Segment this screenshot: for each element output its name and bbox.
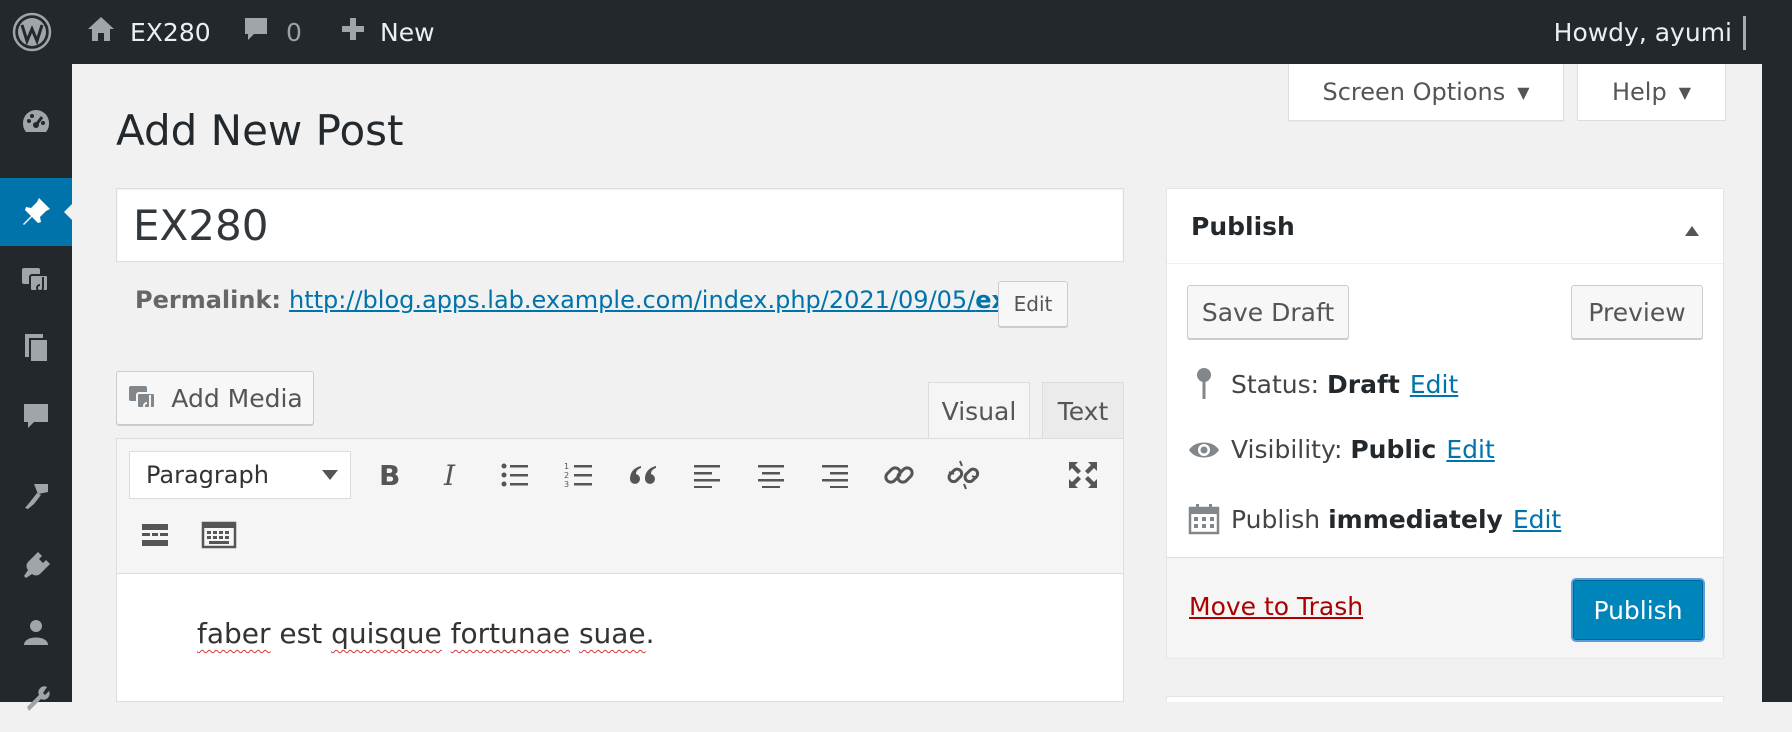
svg-text:3: 3 (564, 480, 569, 489)
home-icon (86, 14, 116, 50)
insert-link-icon[interactable] (879, 455, 919, 495)
publish-box-header[interactable]: Publish (1167, 189, 1723, 264)
admin-bar: EX280 0 New Howdy, ayumi (0, 0, 1762, 64)
tab-text[interactable]: Text (1042, 382, 1124, 439)
permalink-edit-button[interactable]: Edit (998, 281, 1068, 327)
account-menu[interactable]: Howdy, ayumi (1554, 0, 1732, 64)
tools-icon[interactable] (0, 664, 72, 732)
users-icon[interactable] (0, 598, 72, 666)
avatar-edge (1743, 16, 1746, 50)
status-label: Status: (1231, 369, 1320, 399)
comments-count: 0 (286, 17, 302, 47)
permalink-row: Permalink: http://blog.apps.lab.example.… (135, 286, 1065, 314)
blockquote-icon[interactable] (623, 455, 663, 495)
site-menu[interactable]: EX280 (86, 0, 211, 64)
triangle-down-icon: ▼ (1517, 82, 1530, 102)
editor-content[interactable]: faber est quisque fortunae suae. (197, 617, 655, 650)
eye-icon (1187, 438, 1221, 462)
editor-word: faber (197, 617, 271, 650)
post-editor: Paragraph B I 123 faber est quisque fort… (116, 438, 1124, 702)
status-row: Status: Draft Edit (1187, 367, 1458, 401)
screen-options-button[interactable]: Screen Options ▼ (1288, 64, 1564, 121)
admin-sidebar (0, 64, 72, 711)
publish-box: Publish Save Draft Preview Status: Draft… (1166, 188, 1724, 658)
window-edge (1762, 0, 1792, 702)
help-button[interactable]: Help ▼ (1577, 64, 1726, 121)
visibility-row: Visibility: Public Edit (1187, 435, 1495, 464)
screen-options-label: Screen Options (1322, 78, 1506, 106)
new-content-menu[interactable]: New (340, 0, 435, 64)
add-media-button[interactable]: Add Media (116, 371, 314, 425)
dashboard-icon[interactable] (0, 88, 72, 156)
publish-label: Publish (1231, 504, 1321, 534)
format-select-value: Paragraph (146, 461, 269, 489)
permalink-base: http://blog.apps.lab.example.com/index.p… (289, 286, 976, 314)
svg-text:B: B (379, 460, 400, 490)
bulleted-list-icon[interactable] (495, 455, 535, 495)
new-label: New (380, 17, 435, 47)
bold-icon[interactable]: B (369, 455, 409, 495)
comments-menu[interactable]: 0 (242, 0, 302, 64)
add-media-label: Add Media (171, 383, 303, 413)
page-title: Add New Post (116, 106, 404, 155)
pin-icon (1187, 367, 1221, 401)
comment-bubble-icon (242, 15, 270, 49)
plugins-icon[interactable] (0, 530, 72, 598)
schedule-row: Publish immediately Edit (1187, 503, 1561, 535)
next-metabox (1166, 696, 1724, 702)
editor-word: est (270, 617, 332, 650)
pages-icon[interactable] (0, 314, 72, 382)
editor-word: suae (578, 617, 646, 650)
keyboard-icon[interactable] (199, 515, 239, 555)
editor-toolbar: Paragraph B I 123 (117, 439, 1123, 574)
editor-word: quisque (331, 617, 442, 650)
move-to-trash-link[interactable]: Move to Trash (1189, 592, 1363, 621)
permalink-label: Permalink: (135, 286, 282, 314)
calendar-icon (1187, 503, 1221, 535)
publish-box-title: Publish (1191, 211, 1295, 241)
status-edit-link[interactable]: Edit (1410, 370, 1458, 399)
site-name: EX280 (130, 17, 211, 47)
media-icon (127, 383, 161, 413)
format-select[interactable]: Paragraph (129, 451, 351, 499)
publish-button[interactable]: Publish (1573, 580, 1703, 640)
schedule-edit-link[interactable]: Edit (1513, 505, 1561, 534)
svg-text:I: I (443, 460, 456, 490)
wordpress-logo-icon[interactable] (12, 0, 56, 64)
numbered-list-icon[interactable]: 123 (559, 455, 599, 495)
appearance-icon[interactable] (0, 462, 72, 530)
svg-text:1: 1 (564, 462, 569, 471)
help-label: Help (1611, 78, 1667, 106)
editor-word (442, 617, 451, 650)
visibility-value: Public (1350, 435, 1437, 464)
remove-link-icon[interactable] (943, 455, 983, 495)
triangle-down-icon: ▼ (1678, 82, 1692, 102)
permalink-link[interactable]: http://blog.apps.lab.example.com/index.p… (289, 286, 1065, 314)
editor-word: fortunae (450, 617, 571, 650)
visibility-edit-link[interactable]: Edit (1446, 435, 1494, 464)
collapse-arrow-icon[interactable] (1685, 219, 1699, 236)
visibility-label: Visibility: (1231, 435, 1343, 464)
align-right-icon[interactable] (815, 455, 855, 495)
pin-icon[interactable] (0, 178, 72, 246)
save-draft-button[interactable]: Save Draft (1187, 285, 1349, 339)
align-left-icon[interactable] (687, 455, 727, 495)
comments-icon[interactable] (0, 382, 72, 450)
status-value: Draft (1327, 369, 1400, 399)
publish-value: immediately (1328, 504, 1503, 534)
fullscreen-icon[interactable] (1063, 455, 1103, 495)
plus-icon (340, 16, 366, 48)
italic-icon[interactable]: I (432, 455, 472, 495)
media-icon[interactable] (0, 246, 72, 314)
caret-down-icon (322, 470, 338, 488)
read-more-icon[interactable] (135, 515, 175, 555)
preview-button[interactable]: Preview (1571, 285, 1703, 339)
svg-text:2: 2 (564, 471, 569, 480)
tab-visual[interactable]: Visual (928, 382, 1030, 439)
post-title-input[interactable]: EX280 (116, 188, 1124, 262)
editor-word (570, 617, 579, 650)
align-center-icon[interactable] (751, 455, 791, 495)
publish-box-footer: Move to Trash Publish (1167, 557, 1723, 658)
editor-word: . (645, 617, 655, 650)
